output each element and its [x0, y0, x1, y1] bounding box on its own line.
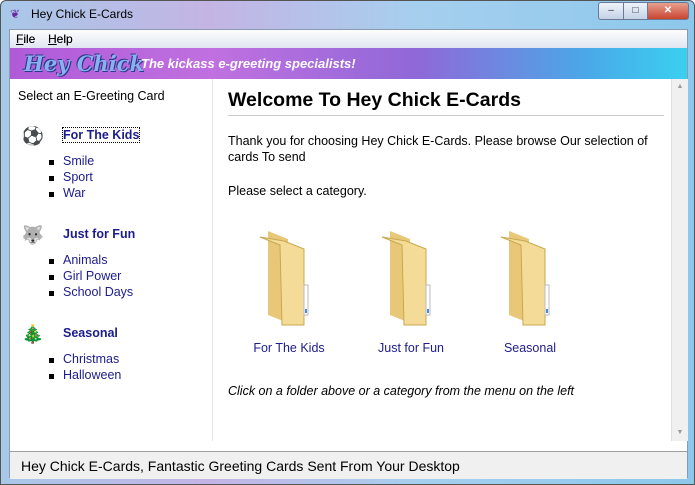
butterfly-icon: ❦ — [10, 7, 21, 21]
folder-for-the-kids[interactable]: For The Kids — [234, 227, 344, 357]
main-content: Welcome To Hey Chick E-Cards Thank you f… — [214, 79, 671, 441]
window-title: Hey Chick E-Cards — [31, 7, 134, 21]
select-prompt: Please select a category. — [228, 184, 367, 198]
subcategory-sport[interactable]: Sport — [49, 170, 93, 184]
folder-just-for-fun[interactable]: Just for Fun — [356, 227, 466, 357]
vertical-scrollbar[interactable]: ▲ ▼ — [671, 79, 688, 441]
subcategory-smile[interactable]: Smile — [48, 154, 94, 168]
hey-chick-logo: Hey Chick — [24, 51, 145, 76]
soccer-ball-icon[interactable]: ⚽ — [21, 124, 45, 148]
category-link-seasonal[interactable]: Seasonal — [63, 326, 118, 340]
menu-file[interactable]: File File — [16, 32, 35, 46]
scroll-up-arrow-icon[interactable]: ▲ — [672, 79, 688, 95]
client-area: File File Help Help Hey Chick The kickas… — [9, 29, 688, 479]
folder-icon — [500, 231, 550, 326]
folder-label: Just for Fun — [378, 341, 444, 355]
minimize-button[interactable]: – — [598, 2, 624, 20]
husky-dog-icon[interactable]: 🐺 — [21, 223, 45, 247]
subcategory-school-days[interactable]: School Days — [48, 285, 133, 299]
intro-text: Thank you for choosing Hey Chick E-Cards… — [228, 134, 648, 164]
scroll-down-arrow-icon[interactable]: ▼ — [672, 425, 688, 441]
category-link-for-the-kids[interactable]: For The Kids — [61, 127, 141, 143]
folder-seasonal[interactable]: Seasonal — [475, 227, 585, 357]
subcategory-animals[interactable]: Animals — [48, 253, 107, 267]
folder-label: Seasonal — [503, 341, 557, 355]
hint-text: Click on a folder above or a category fr… — [228, 384, 575, 398]
close-button[interactable]: ✕ — [647, 2, 689, 20]
maximize-button[interactable]: □ — [623, 2, 648, 20]
menu-file-label[interactable]: File — [16, 32, 35, 46]
category-sidebar: Select an E-Greeting Card ⚽ For The Kids… — [10, 79, 213, 441]
banner-tagline: The kickass e-greeting specialists! — [141, 56, 356, 71]
folder-label: For The Kids — [253, 341, 325, 355]
menu-help-label[interactable]: Help — [48, 32, 73, 46]
status-bar: Hey Chick E-Cards, Fantastic Greeting Ca… — [10, 451, 687, 479]
subcategory-war[interactable]: War — [48, 186, 85, 200]
banner: Hey Chick The kickass e-greeting special… — [10, 48, 687, 79]
folder-icon — [259, 231, 309, 326]
title-bar[interactable]: ❦ Hey Chick E-Cards – □ ✕ — [1, 1, 694, 29]
christmas-tree-icon[interactable]: 🎄 — [21, 322, 45, 346]
subcategory-christmas[interactable]: Christmas — [48, 352, 119, 366]
status-text: Hey Chick E-Cards, Fantastic Greeting Ca… — [21, 458, 460, 474]
menu-bar: File File Help Help — [10, 30, 687, 48]
subcategory-girl-power[interactable]: Girl Power — [48, 269, 121, 283]
category-link-just-for-fun[interactable]: Just for Fun — [63, 227, 135, 241]
app-window: ❦ Hey Chick E-Cards – □ ✕ File File Help… — [0, 0, 695, 485]
subcategory-halloween[interactable]: Halloween — [48, 368, 121, 382]
menu-help[interactable]: Help Help — [48, 32, 73, 46]
page-title: Welcome To Hey Chick E-Cards — [228, 89, 664, 116]
folder-icon — [381, 231, 431, 326]
sidebar-heading: Select an E-Greeting Card — [18, 89, 165, 103]
